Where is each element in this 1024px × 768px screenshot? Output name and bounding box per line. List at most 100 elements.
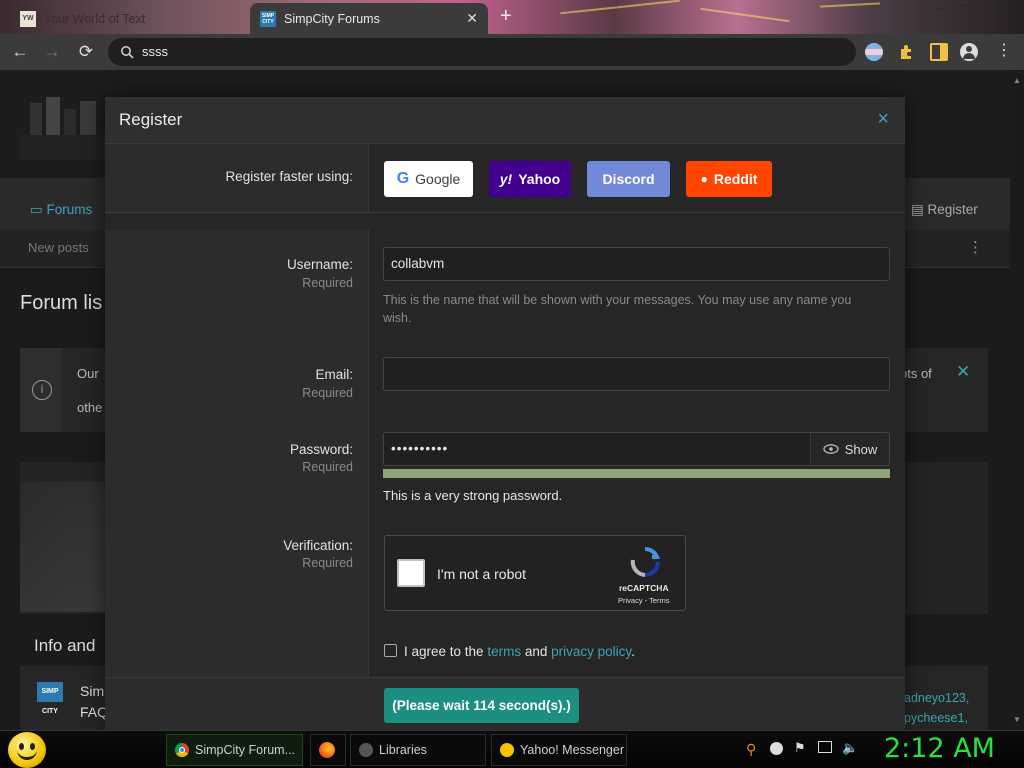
password-field[interactable]: •••••••••• <box>383 432 811 466</box>
username-required: Required <box>302 276 353 290</box>
network-tray-icon[interactable] <box>818 741 832 753</box>
email-field[interactable] <box>383 357 890 391</box>
address-bar[interactable]: ssss <box>108 38 856 66</box>
scroll-down-icon[interactable]: ▼ <box>1013 715 1021 724</box>
google-signin-button[interactable]: G Google <box>384 161 473 197</box>
password-strength-fill <box>383 469 890 478</box>
close-tab-icon[interactable]: ✕ <box>466 10 478 27</box>
new-tab-button[interactable]: + <box>500 5 512 28</box>
tab-title: SimpCity Forums <box>284 11 380 26</box>
eye-icon <box>823 444 839 454</box>
yahoo-messenger-icon <box>500 743 514 757</box>
email-required: Required <box>302 386 353 400</box>
user-link[interactable]: pycheese1, <box>904 711 968 725</box>
sso-label: Discord <box>602 171 655 187</box>
dismiss-notice-icon[interactable]: ✕ <box>956 362 970 382</box>
email-label: Email: <box>315 367 353 382</box>
close-window-button[interactable]: ✕ <box>984 0 1014 18</box>
terms-link[interactable]: terms <box>487 644 521 659</box>
discord-signin-button[interactable]: Discord <box>587 161 670 197</box>
reddit-icon: ● <box>700 172 708 186</box>
yahoo-signin-button[interactable]: y! Yahoo <box>489 161 571 197</box>
verification-required: Required <box>302 556 353 570</box>
info-heading: Info and <box>34 636 96 655</box>
simpcity-logo-icon: SIMP CITY <box>37 682 63 715</box>
search-tray-icon[interactable]: ⚲ <box>746 741 756 758</box>
password-strength-meter <box>383 469 890 478</box>
user-link[interactable]: adneyo123, <box>904 691 969 705</box>
modal-title: Register <box>119 110 183 129</box>
agree-text: I agree to the terms and privacy policy. <box>404 644 635 659</box>
taskbar: SimpCity Forum... Libraries Yahoo! Messe… <box>0 730 1024 768</box>
sso-label: Yahoo <box>518 171 561 187</box>
password-required: Required <box>302 460 353 474</box>
libraries-icon <box>359 743 373 757</box>
notice-text: othe <box>77 400 103 415</box>
sso-label: Google <box>415 171 461 187</box>
yahoo-icon: y! <box>499 171 513 187</box>
task-label: Libraries <box>379 743 427 757</box>
info-text: FAQ <box>80 704 109 720</box>
nav-forums[interactable]: ▭ Forums <box>30 202 92 218</box>
menu-icon[interactable]: ⋮ <box>996 43 1014 61</box>
search-icon <box>120 38 134 69</box>
recaptcha-text: I'm not a robot <box>437 566 527 582</box>
maximize-button[interactable]: □ <box>950 0 980 18</box>
show-password-label: Show <box>844 441 878 457</box>
info-text: Sim <box>80 683 105 699</box>
system-clock: 2:12 AM <box>884 733 995 764</box>
task-label: Yahoo! Messenger <box>520 743 624 757</box>
start-smiley-icon[interactable] <box>8 732 46 768</box>
extensions-icon[interactable] <box>898 43 916 61</box>
show-password-button[interactable]: Show <box>810 432 890 466</box>
volume-tray-icon[interactable]: 🔈 <box>842 740 858 756</box>
more-icon[interactable]: ⋮ <box>968 238 983 256</box>
notice-text: Our <box>77 366 99 381</box>
flag-tray-icon[interactable]: ⚑ <box>794 740 806 756</box>
reload-icon[interactable]: ⟳ <box>76 42 96 62</box>
recaptcha-brand: reCAPTCHA <box>619 583 669 593</box>
reddit-signin-button[interactable]: ● Reddit <box>686 161 772 197</box>
sidepanel-icon[interactable] <box>930 43 948 61</box>
recaptcha-links[interactable]: Privacy - Terms <box>618 596 670 605</box>
messenger-tray-icon[interactable] <box>770 742 783 755</box>
recaptcha-checkbox[interactable] <box>397 559 425 587</box>
password-label: Password: <box>289 442 353 457</box>
browser-toolbar: ← → ⟳ ssss ⋮ <box>0 34 1024 70</box>
forward-icon[interactable]: → <box>42 42 62 62</box>
agree-checkbox[interactable] <box>384 644 397 657</box>
register-modal: Register × Register faster using: G Goog… <box>105 97 905 730</box>
password-strength-text: This is a very strong password. <box>383 488 563 503</box>
forum-list-title: Forum lis <box>20 292 103 314</box>
recaptcha-logo-icon <box>630 547 661 577</box>
modal-header: Register × <box>105 97 905 144</box>
username-field[interactable]: collabvm <box>383 247 890 281</box>
yw-favicon-icon: YW <box>20 10 36 27</box>
firefox-icon <box>319 742 335 758</box>
username-hint: This is the name that will be shown with… <box>383 293 852 325</box>
taskbar-firefox-task[interactable] <box>310 734 346 766</box>
page-scrollbar[interactable]: ▲ ▼ <box>1010 70 1024 730</box>
register-submit-button[interactable]: (Please wait 114 second(s).) <box>384 688 579 723</box>
tab-your-world-of-text[interactable]: YW Your World of Text <box>10 3 248 34</box>
taskbar-libraries-task[interactable]: Libraries <box>350 734 486 766</box>
privacy-policy-link[interactable]: privacy policy <box>551 644 631 659</box>
nav-register[interactable]: ▤ Register <box>911 202 978 218</box>
agree-prefix: I agree to the <box>404 644 484 659</box>
clipboard-icon: ▤ <box>911 202 928 217</box>
task-label: SimpCity Forum... <box>195 743 296 757</box>
back-icon[interactable]: ← <box>10 42 30 62</box>
taskbar-chrome-task[interactable]: SimpCity Forum... <box>166 734 303 766</box>
scroll-up-icon[interactable]: ▲ <box>1013 76 1021 85</box>
simpcity-favicon-icon: SIMP CITY <box>260 10 276 27</box>
new-posts-link[interactable]: New posts <box>28 240 89 255</box>
profile-flag-icon[interactable] <box>865 43 883 61</box>
register-faster-label: Register faster using: <box>225 169 353 184</box>
account-icon[interactable] <box>960 43 978 61</box>
taskbar-yahoo-messenger-task[interactable]: Yahoo! Messenger <box>491 734 627 766</box>
verification-label: Verification: <box>283 538 353 553</box>
site-logo-icon <box>20 97 110 160</box>
google-icon: G <box>396 170 410 187</box>
close-modal-icon[interactable]: × <box>877 108 889 131</box>
tab-simpcity-forums[interactable]: SIMP CITY SimpCity Forums ✕ <box>250 3 488 34</box>
